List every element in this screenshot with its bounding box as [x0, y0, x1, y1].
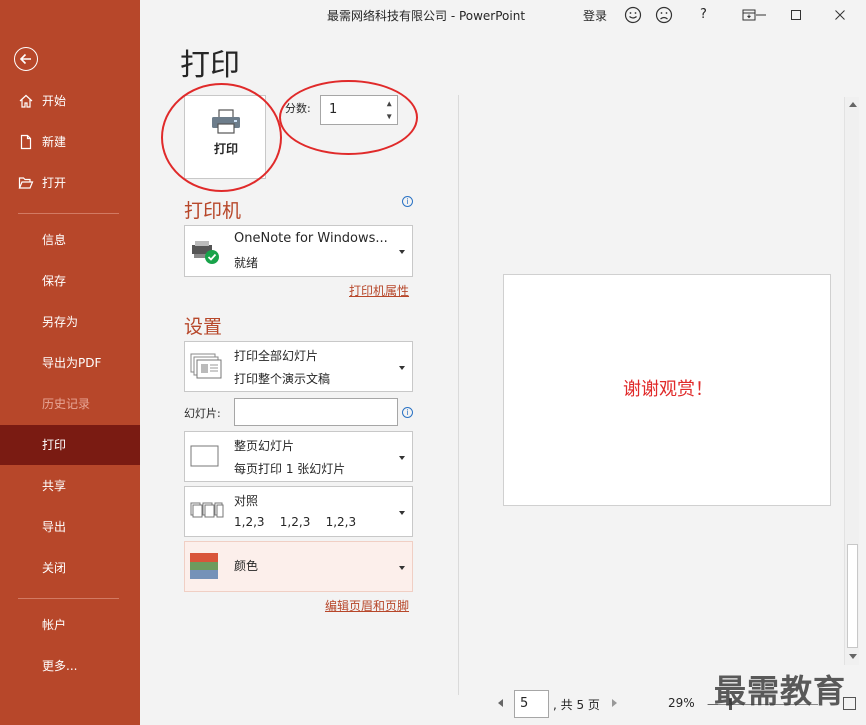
nav-item-save-as[interactable]: 另存为 [0, 302, 140, 342]
nav-item-more[interactable]: 更多... [0, 646, 140, 686]
scroll-down-icon[interactable] [849, 654, 857, 659]
nav-item-label: 保存 [42, 274, 67, 288]
printer-name: OneNote for Windows... [234, 231, 388, 246]
annotation-ellipse [161, 83, 282, 192]
title-bar: 最需网络科技有限公司 - PowerPoint 登录 ? [140, 0, 866, 30]
all-slides-icon [190, 353, 222, 379]
color-label: 颜色 [234, 559, 259, 573]
nav-item-label: 导出为PDF [42, 356, 102, 370]
chevron-down-icon [399, 511, 405, 515]
layout-line1: 整页幻灯片 [234, 439, 295, 453]
page-number-input[interactable]: 5 [514, 690, 549, 718]
nav-item-label: 导出 [42, 520, 67, 534]
slide-text: 谢谢观赏！ [623, 379, 713, 400]
print-range-line2: 打印整个演示文稿 [234, 372, 331, 386]
backstage-nav: 开始 新建 打开 信息 保存 另存为 导出为PDF 历史记录 打印 共享 导出 … [0, 0, 140, 725]
nav-item-label: 新建 [42, 135, 67, 149]
nav-item-label: 信息 [42, 233, 67, 247]
layout-dropdown[interactable]: 整页幻灯片 每页打印 1 张幻灯片 [184, 431, 413, 482]
slides-input[interactable] [234, 398, 398, 426]
nav-item-info[interactable]: 信息 [0, 220, 140, 260]
collate-icon [190, 502, 224, 518]
scroll-thumb[interactable] [847, 544, 858, 648]
printer-ready-icon [192, 241, 219, 264]
nav-item-home[interactable]: 开始 [0, 81, 140, 121]
chevron-down-icon [399, 566, 405, 570]
frown-icon[interactable] [655, 6, 673, 24]
back-arrow-icon[interactable] [14, 47, 38, 71]
nav-item-account[interactable]: 帐户 [0, 605, 140, 645]
nav-item-export-pdf[interactable]: 导出为PDF [0, 343, 140, 383]
chevron-down-icon [399, 250, 405, 254]
printer-dropdown[interactable]: OneNote for Windows... 就绪 [184, 225, 413, 277]
window-minimize-icon[interactable] [752, 6, 770, 24]
zoom-level: 29% [668, 696, 695, 710]
edit-header-footer-link[interactable]: 编辑页眉和页脚 [325, 597, 409, 614]
slide-preview: 谢谢观赏！ [503, 274, 831, 506]
printer-heading: 打印机 [184, 200, 242, 222]
nav-item-label: 另存为 [42, 315, 79, 329]
collate-dropdown[interactable]: 对照 1,2,3 1,2,3 1,2,3 [184, 486, 413, 537]
nav-item-print[interactable]: 打印 [0, 425, 140, 465]
scroll-up-icon[interactable] [849, 102, 857, 107]
sign-in-link[interactable]: 登录 [583, 7, 607, 24]
nav-item-label: 打开 [42, 176, 67, 190]
home-icon [19, 94, 33, 108]
nav-item-open[interactable]: 打开 [0, 163, 140, 203]
printer-properties-link[interactable]: 打印机属性 [349, 282, 409, 299]
previous-page-icon[interactable] [498, 699, 503, 707]
watermark: 最需教育 [714, 672, 847, 710]
printer-info-icon[interactable]: i [402, 196, 413, 207]
nav-item-close[interactable]: 关闭 [0, 548, 140, 588]
nav-item-label: 历史记录 [42, 397, 91, 411]
settings-heading: 设置 [184, 316, 223, 338]
nav-separator [18, 598, 119, 599]
next-page-icon[interactable] [612, 699, 617, 707]
nav-item-new[interactable]: 新建 [0, 122, 140, 162]
nav-item-label: 共享 [42, 479, 67, 493]
preview-scrollbar[interactable] [844, 97, 859, 665]
color-dropdown[interactable]: 颜色 [184, 541, 413, 592]
nav-item-share[interactable]: 共享 [0, 466, 140, 506]
nav-item-export[interactable]: 导出 [0, 507, 140, 547]
nav-item-label: 帐户 [42, 618, 67, 632]
nav-item-label: 关闭 [42, 561, 67, 575]
nav-item-save[interactable]: 保存 [0, 261, 140, 301]
print-range-line1: 打印全部幻灯片 [234, 349, 319, 363]
collate-line2: 1,2,3 1,2,3 1,2,3 [234, 515, 357, 529]
nav-separator [18, 213, 119, 214]
window-close-icon[interactable] [831, 6, 849, 24]
slides-info-icon[interactable]: i [402, 407, 413, 418]
folder-open-icon [18, 177, 34, 189]
nav-item-label: 更多... [42, 659, 78, 673]
full-page-slide-icon [190, 445, 219, 467]
color-swatch-icon [190, 553, 218, 579]
page-title: 打印 [180, 48, 240, 83]
new-document-icon [20, 134, 32, 150]
panel-divider [458, 95, 459, 695]
help-button[interactable]: ? [700, 7, 718, 25]
smile-icon[interactable] [624, 6, 642, 24]
chevron-down-icon [399, 456, 405, 460]
window-title: 最需网络科技有限公司 - PowerPoint [327, 9, 526, 23]
annotation-ellipse [279, 80, 418, 155]
nav-item-history: 历史记录 [0, 384, 140, 424]
print-range-dropdown[interactable]: 打印全部幻灯片 打印整个演示文稿 [184, 341, 413, 392]
page-total: , 共 5 页 [553, 698, 600, 712]
nav-item-label: 打印 [42, 438, 67, 452]
slides-label: 幻灯片: [184, 407, 221, 420]
chevron-down-icon [399, 366, 405, 370]
printer-status: 就绪 [234, 256, 259, 270]
nav-item-label: 开始 [42, 94, 67, 108]
collate-line1: 对照 [234, 494, 259, 508]
layout-line2: 每页打印 1 张幻灯片 [234, 462, 346, 476]
window-maximize-icon[interactable] [787, 6, 805, 24]
